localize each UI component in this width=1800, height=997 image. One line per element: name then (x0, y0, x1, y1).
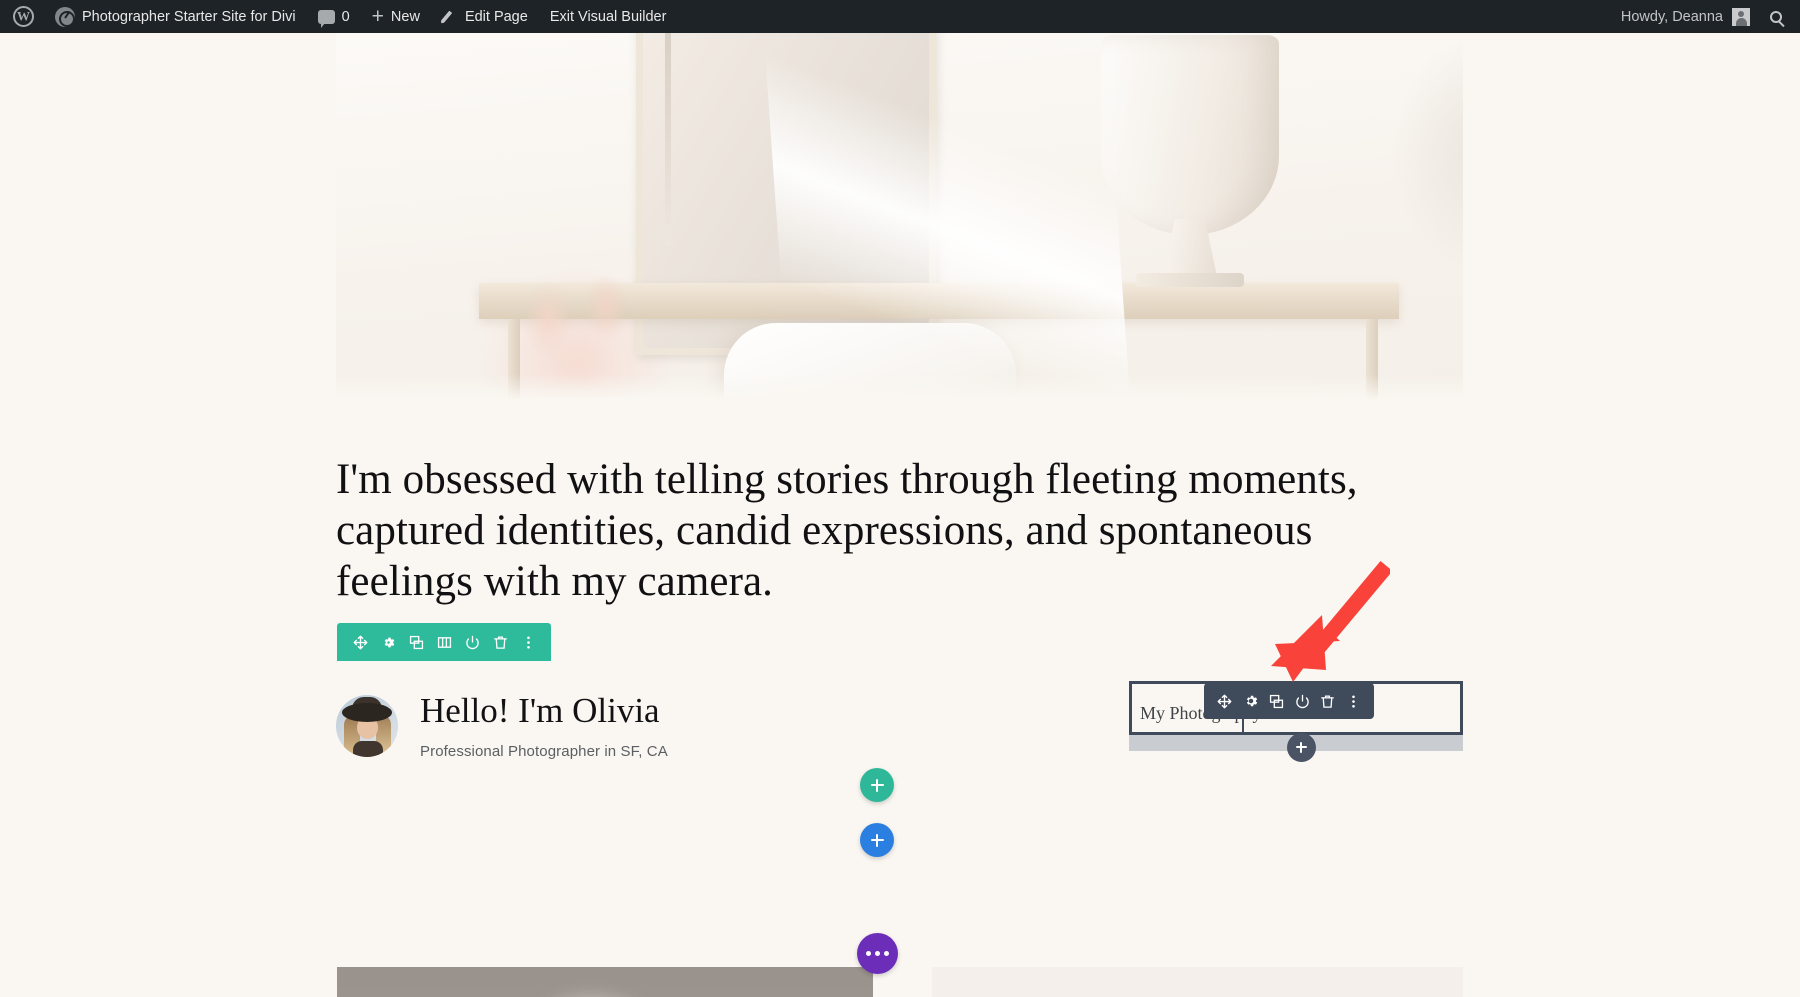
wp-admin-bar: Photographer Starter Site for Divi 0 + N… (0, 0, 1800, 33)
wordpress-logo-icon (13, 6, 34, 27)
add-module-inline-button[interactable] (1287, 733, 1316, 762)
power-toggle-icon[interactable] (465, 635, 480, 650)
module-toolbar-teal[interactable] (337, 623, 551, 661)
avatar-hat-brim (342, 703, 392, 722)
new-label: New (390, 8, 420, 25)
duplicate-icon[interactable] (1269, 694, 1284, 709)
vase-base-decoration (1136, 273, 1244, 287)
add-section-button[interactable] (857, 933, 898, 974)
vase-decoration (1101, 35, 1279, 235)
exit-visual-builder-label: Exit Visual Builder (549, 8, 667, 25)
plus-icon (870, 833, 884, 847)
comments-count: 0 (341, 8, 350, 25)
dashboard-icon (55, 6, 75, 27)
author-name: Hello! I'm Olivia (420, 691, 660, 730)
hero-bottom-fade (336, 374, 1463, 408)
new-content-menu[interactable]: + New (361, 0, 431, 33)
bottom-image-highlight (517, 985, 667, 997)
bottom-right-panel[interactable] (932, 967, 1463, 997)
power-toggle-icon[interactable] (1295, 694, 1310, 709)
admin-search-button[interactable] (1762, 10, 1800, 23)
plus-icon: + (371, 5, 384, 28)
move-handle-icon[interactable] (1217, 694, 1232, 709)
ellipsis-icon (866, 951, 889, 956)
comments-menu[interactable]: 0 (307, 0, 361, 33)
module-toolbar-dark[interactable] (1204, 683, 1374, 719)
my-account-menu[interactable]: Howdy, Deanna (1609, 7, 1762, 26)
duplicate-icon[interactable] (409, 635, 424, 650)
admin-bar-right-group: Howdy, Deanna (1609, 0, 1800, 33)
move-handle-icon[interactable] (353, 635, 368, 650)
trash-delete-icon[interactable] (1320, 694, 1335, 709)
columns-layout-icon[interactable] (437, 635, 452, 650)
bottom-left-image[interactable] (337, 967, 873, 997)
user-avatar-icon (1732, 7, 1750, 26)
visual-builder-canvas: I'm obsessed with telling stories throug… (0, 33, 1800, 997)
light-beam-decoration (762, 33, 1130, 408)
trash-delete-icon[interactable] (493, 635, 508, 650)
exit-visual-builder-link[interactable]: Exit Visual Builder (539, 0, 678, 33)
add-module-button[interactable] (860, 768, 894, 802)
howdy-label: Howdy, Deanna (1620, 8, 1723, 25)
edit-page-link[interactable]: Edit Page (431, 0, 539, 33)
comment-bubble-icon (317, 9, 335, 28)
plus-icon (1295, 741, 1308, 754)
search-icon (1770, 10, 1782, 23)
edit-page-label: Edit Page (464, 8, 528, 25)
author-text-group: Hello! I'm Olivia Professional Photograp… (420, 688, 668, 760)
plus-icon (870, 778, 884, 792)
wp-logo-menu[interactable] (0, 0, 44, 33)
pencil-icon (442, 9, 458, 25)
more-options-icon[interactable] (521, 635, 536, 650)
site-title-label: Photographer Starter Site for Divi (82, 8, 296, 25)
hero-image[interactable] (336, 33, 1463, 408)
author-role: Professional Photographer in SF, CA (420, 743, 668, 760)
gear-settings-icon[interactable] (381, 635, 396, 650)
avatar-body (353, 741, 383, 757)
gear-settings-icon[interactable] (1243, 693, 1259, 709)
more-options-icon[interactable] (1346, 694, 1361, 709)
headline-text[interactable]: I'm obsessed with telling stories throug… (336, 454, 1406, 607)
site-name-menu[interactable]: Photographer Starter Site for Divi (44, 0, 307, 33)
add-row-button[interactable] (860, 823, 894, 857)
avatar (336, 695, 398, 757)
author-block[interactable]: Hello! I'm Olivia Professional Photograp… (336, 688, 668, 760)
